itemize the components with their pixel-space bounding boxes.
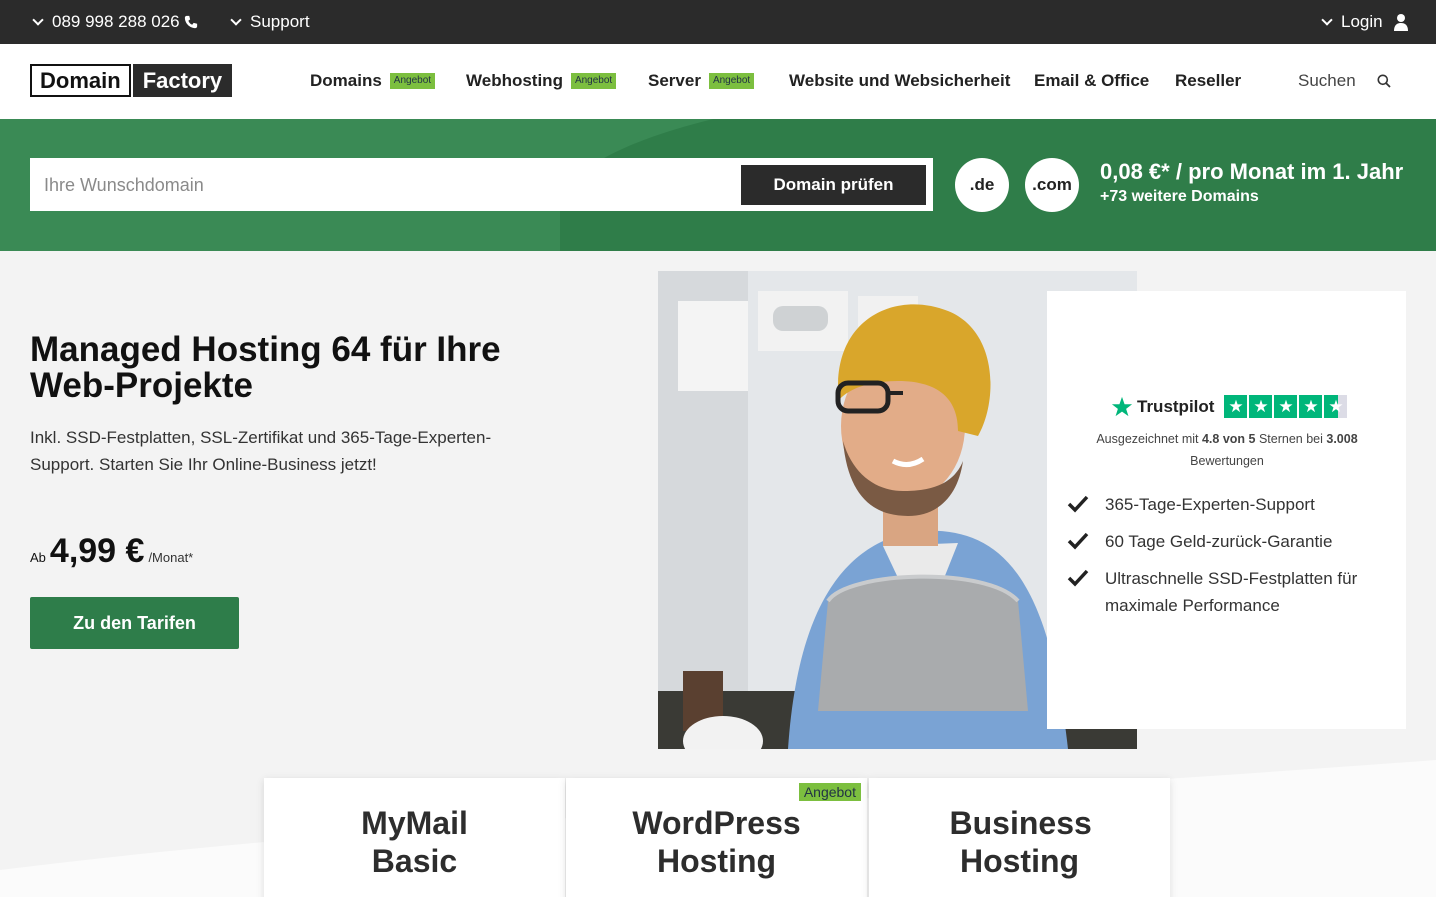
check-icon (1067, 532, 1089, 550)
rating-text-3: Bewertungen (1190, 454, 1264, 468)
tariff-name: MyMail Basic (361, 805, 468, 879)
offer-badge: Angebot (389, 73, 436, 89)
half-star-icon: ★ (1324, 395, 1348, 418)
domain-input[interactable] (44, 172, 734, 198)
logo-part-domain: Domain (30, 64, 131, 97)
phone-number: 089 998 288 026 (52, 12, 180, 31)
nav-item-server[interactable]: Server Angebot (648, 71, 755, 91)
login-label: Login (1341, 12, 1383, 31)
offer-badge: Angebot (570, 73, 617, 89)
trust-card: Trustpilot ★ ★ ★ ★ ★ Ausgezeichnet mit 4… (1047, 291, 1406, 729)
price-suffix: /Monat* (148, 550, 194, 565)
offer-badge: Angebot (708, 73, 755, 89)
trustpilot-brand: Trustpilot (1137, 396, 1215, 416)
domain-search-box: Domain prüfen (30, 158, 933, 211)
phone-link[interactable]: 089 998 288 026 (30, 12, 198, 32)
star-icon: ★ (1299, 395, 1323, 418)
nav-item-webhosting[interactable]: Webhosting Angebot (466, 71, 617, 91)
check-domain-button[interactable]: Domain prüfen (741, 165, 926, 205)
nav-item-reseller[interactable]: Reseller (1175, 71, 1241, 91)
tariff-card-mymail-basic[interactable]: MyMail Basic (264, 778, 565, 897)
tld-com[interactable]: .com (1025, 158, 1079, 212)
check-icon (1067, 569, 1089, 587)
nav-label: Reseller (1175, 71, 1242, 90)
search-link[interactable]: Suchen (1298, 71, 1356, 91)
rating-value: 4.8 von 5 (1201, 432, 1256, 446)
nav-label: Email & Office (1034, 71, 1150, 90)
search-icon[interactable] (1377, 74, 1391, 88)
trustpilot-rating-text: Ausgezeichnet mit 4.8 von 5 Sternen bei … (1067, 428, 1387, 472)
nav-label: Server (648, 71, 701, 90)
tariff-name: WordPress Hosting (632, 805, 801, 879)
trustpilot-widget[interactable]: Trustpilot ★ ★ ★ ★ ★ (1111, 395, 1348, 418)
price-value: 4,99 € (49, 532, 145, 570)
chevron-down-icon (32, 14, 44, 26)
main-header: Domain Factory Domains Angebot Webhostin… (0, 44, 1436, 119)
check-icon (1067, 495, 1089, 513)
phone-icon (184, 15, 197, 29)
tariff-card-business-hosting[interactable]: Business Hosting (869, 778, 1170, 897)
nav-label: Website und Websicherheit (789, 71, 1011, 90)
trustpilot-star-icon (1111, 396, 1133, 416)
nav-label: Domains (310, 71, 382, 90)
support-link[interactable]: Support (228, 12, 310, 32)
star-icon: ★ (1274, 395, 1298, 418)
feature-item: Ultraschnelle SSD-Festplatten für maxima… (1067, 565, 1387, 619)
tariff-card-wordpress-hosting[interactable]: Angebot WordPress Hosting (566, 778, 867, 897)
hero-subtitle: Inkl. SSD-Festplatten, SSL-Zertifikat un… (30, 428, 492, 474)
price-prefix: Ab (30, 550, 46, 565)
star-icon: ★ (1249, 395, 1273, 418)
nav-label: Webhosting (466, 71, 563, 90)
nav-item-website-security[interactable]: Website und Websicherheit (789, 71, 1010, 91)
user-icon (1393, 14, 1408, 31)
hero-price: Ab 4,99 € /Monat* (30, 532, 193, 571)
nav-item-email-office[interactable]: Email & Office (1034, 71, 1149, 91)
feature-list: 365-Tage-Experten-Support 60 Tage Geld-z… (1067, 491, 1387, 629)
feature-text: 60 Tage Geld-zurück-Garantie (1105, 532, 1333, 551)
feature-item: 365-Tage-Experten-Support (1067, 491, 1387, 518)
hero-title: Managed Hosting 64 für Ihre Web-Projekte (30, 330, 501, 405)
logo-part-factory: Factory (132, 64, 233, 97)
more-domains-link[interactable]: +73 weitere Domains (1100, 188, 1259, 206)
login-link[interactable]: Login (1319, 12, 1409, 32)
chevron-down-icon (230, 14, 242, 26)
tariffs-button[interactable]: Zu den Tarifen (30, 597, 239, 649)
feature-item: 60 Tage Geld-zurück-Garantie (1067, 528, 1387, 555)
domain-search-section: Domain prüfen .de .com 0,08 €* / pro Mon… (0, 119, 1436, 251)
rating-text-2: Sternen bei (1258, 432, 1323, 446)
feature-text: Ultraschnelle SSD-Festplatten für maxima… (1105, 569, 1358, 615)
domain-price-text: 0,08 €* / pro Monat im 1. Jahr (1100, 159, 1404, 184)
support-label: Support (250, 12, 310, 31)
tld-de[interactable]: .de (955, 158, 1009, 212)
star-icon: ★ (1224, 395, 1248, 418)
rating-text-1: Ausgezeichnet mit (1096, 432, 1199, 446)
rating-count: 3.008 (1326, 432, 1358, 446)
trustpilot-rating-stars: ★ ★ ★ ★ ★ (1224, 395, 1348, 418)
feature-text: 365-Tage-Experten-Support (1105, 495, 1315, 514)
tariff-name: Business Hosting (949, 805, 1092, 879)
offer-badge: Angebot (798, 783, 861, 801)
chevron-down-icon (1321, 14, 1333, 26)
top-bar: 089 998 288 026 Support Login (0, 0, 1436, 44)
nav-item-domains[interactable]: Domains Angebot (310, 71, 436, 91)
domainfactory-logo[interactable]: Domain Factory (30, 64, 233, 97)
